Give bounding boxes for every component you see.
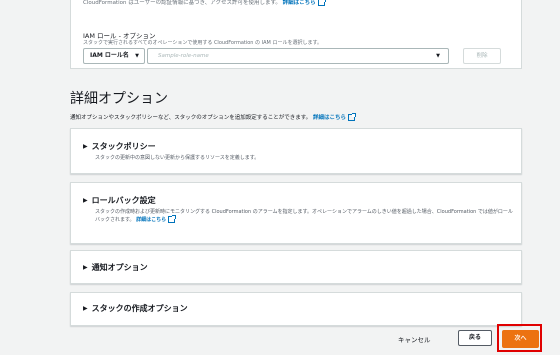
external-link-icon xyxy=(347,113,356,121)
role-name-placeholder: Sample-role-name xyxy=(158,53,209,59)
role-name-input[interactable]: Sample-role-name ▼ xyxy=(147,48,449,64)
cancel-button[interactable]: キャンセル xyxy=(398,334,431,344)
section-title: 通知オプション xyxy=(91,263,148,272)
external-link-icon xyxy=(317,0,326,6)
caret-right-icon: ▶ xyxy=(83,143,88,150)
iam-role-panel: CloudFormation はユーザーの認証情報に基づき、アクセス許可を使用し… xyxy=(70,0,522,69)
delete-button[interactable]: 削除 xyxy=(463,48,501,64)
section-header[interactable]: ▶ ロールバック設定 xyxy=(83,195,156,206)
external-link-icon xyxy=(168,215,177,223)
caret-down-icon: ▼ xyxy=(135,53,139,59)
credentials-note: CloudFormation はユーザーの認証情報に基づき、アクセス許可を使用し… xyxy=(83,0,326,6)
iam-role-type-value: IAM ロール名 xyxy=(90,52,129,59)
caret-right-icon: ▶ xyxy=(83,197,88,204)
advanced-options-description-text: 通知オプションやスタックポリシーなど、スタックのオプションを追加設定することがで… xyxy=(70,115,312,121)
caret-down-icon: ▼ xyxy=(436,53,440,59)
learn-more-link[interactable]: 詳細はこちら xyxy=(283,0,316,6)
learn-more-link[interactable]: 詳細はこちら xyxy=(136,217,166,223)
section-description: スタックの作成時および更新時にモニタリングする CloudFormation の… xyxy=(95,208,515,224)
section-description: スタックの更新中の意図しない更新から保護するリソースを定義します。 xyxy=(95,155,260,161)
section-title: スタックの作成オプション xyxy=(91,304,188,313)
stack-policy-section[interactable]: ▶ スタックポリシー スタックの更新中の意図しない更新から保護するリソースを定義し… xyxy=(70,128,522,174)
section-title: ロールバック設定 xyxy=(91,196,156,205)
advanced-options-description: 通知オプションやスタックポリシーなど、スタックのオプションを追加設定することがで… xyxy=(70,113,356,121)
back-button[interactable]: 戻る xyxy=(458,330,492,346)
section-title: スタックポリシー xyxy=(91,142,156,151)
credentials-note-text: CloudFormation はユーザーの認証情報に基づき、アクセス許可を使用し… xyxy=(83,0,281,6)
advanced-options-title: 詳細オプション xyxy=(70,91,168,107)
notification-options-section[interactable]: ▶ 通知オプション xyxy=(70,250,522,284)
caret-right-icon: ▶ xyxy=(83,305,88,312)
section-header[interactable]: ▶ スタックの作成オプション xyxy=(83,303,188,314)
rollback-config-section[interactable]: ▶ ロールバック設定 スタックの作成時および更新時にモニタリングする CloudF… xyxy=(70,182,522,244)
iam-role-description: スタックで実行されるすべてのオペレーションで使用する CloudFormatio… xyxy=(83,40,322,46)
next-button[interactable]: 次へ xyxy=(502,330,539,348)
section-header[interactable]: ▶ スタックポリシー xyxy=(83,141,156,152)
stack-creation-options-section[interactable]: ▶ スタックの作成オプション xyxy=(70,292,522,326)
iam-role-type-select[interactable]: IAM ロール名 ▼ xyxy=(83,48,145,64)
learn-more-link[interactable]: 詳細はこちら xyxy=(313,115,346,121)
section-header[interactable]: ▶ 通知オプション xyxy=(83,262,148,273)
caret-right-icon: ▶ xyxy=(83,264,88,271)
